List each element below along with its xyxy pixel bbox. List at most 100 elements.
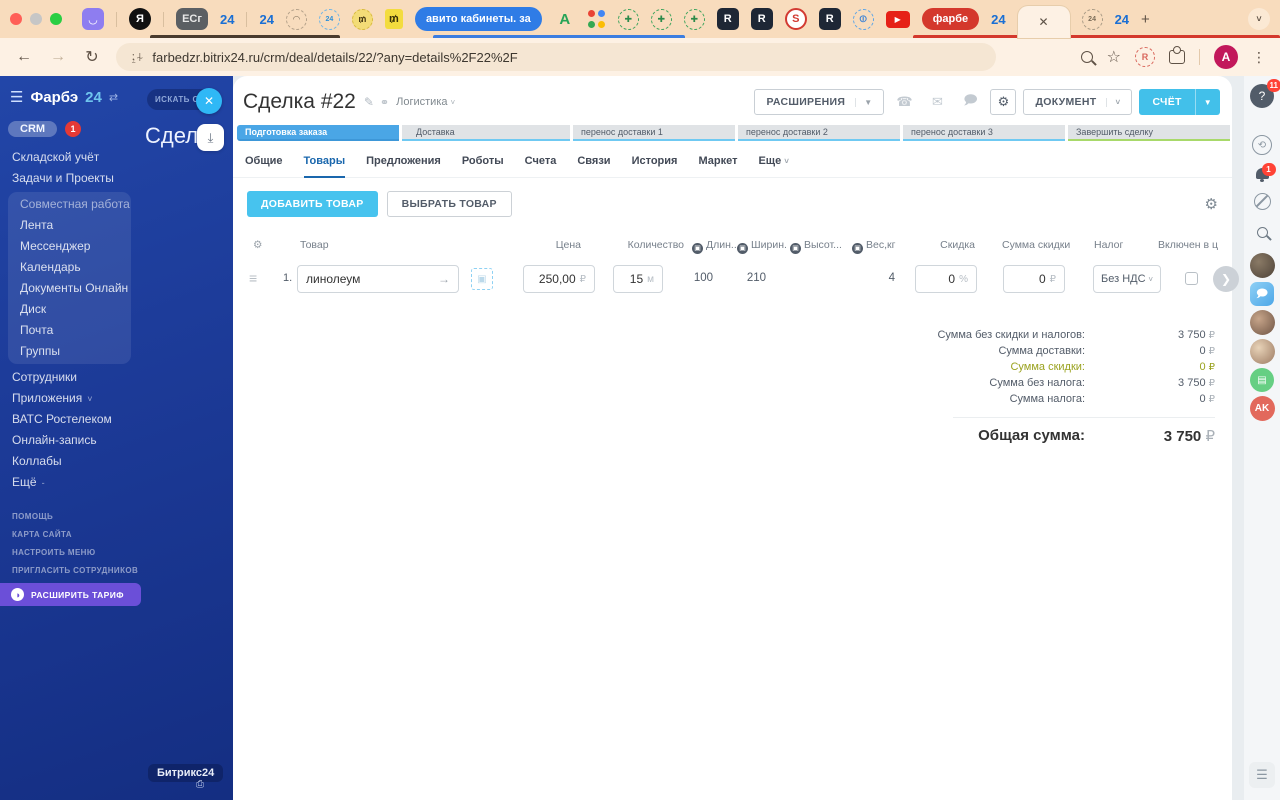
mail-icon[interactable]: ✉ [924, 89, 950, 115]
pinned-tab-v-icon[interactable]: ◡ [82, 8, 104, 30]
footer-link-sitemap[interactable]: КАРТА САЙТА [0, 526, 233, 544]
pinned-tab-r-icon[interactable]: R [750, 8, 773, 30]
chat-icon[interactable]: 🗩 [957, 89, 983, 115]
discount-sum-input[interactable]: ₽ [1003, 265, 1065, 293]
status-button[interactable] [1253, 193, 1271, 210]
rail-menu-button[interactable]: ☰ [1249, 762, 1275, 788]
pipeline-selector[interactable]: Логистика [396, 96, 447, 108]
copy-link-icon[interactable]: ⚭ [380, 96, 389, 109]
pinned-tab-s-icon[interactable]: S [784, 8, 807, 30]
window-close-button[interactable] [10, 13, 22, 25]
slider-minimize-button[interactable]: ⤓ [197, 124, 224, 151]
tax-select[interactable]: Без НДС ˅ [1093, 265, 1161, 293]
extensions-button[interactable]: РАСШИРЕНИЯ ▼ [754, 89, 885, 115]
upgrade-tariff-button[interactable]: ◑ РАСШИРИТЬ ТАРИФ [0, 583, 141, 606]
copilot-button[interactable]: ⟲ [1252, 135, 1272, 155]
stage-perenos-1[interactable]: перенос доставки 1 [573, 125, 735, 141]
reload-icon[interactable]: ↻ [82, 47, 102, 67]
edit-pencil-icon[interactable]: ✎ [364, 95, 374, 109]
chat-avatar[interactable] [1249, 253, 1275, 278]
notifications-button[interactable]: 1 [1255, 163, 1276, 182]
chevron-down-icon[interactable]: ▼ [1194, 89, 1220, 115]
pinned-tab-ecg[interactable]: ЕСг [176, 8, 208, 30]
quantity-input[interactable]: м [613, 265, 663, 293]
column-settings-gear-icon[interactable]: ⚙ [253, 239, 262, 251]
tab-invoices[interactable]: Счета [525, 155, 557, 177]
chat-avatar[interactable] [1249, 339, 1275, 364]
tax-included-checkbox[interactable] [1185, 272, 1198, 285]
zoom-icon[interactable] [1080, 51, 1093, 63]
gear-icon[interactable]: ⚙ [990, 89, 1017, 115]
sidebar-item-employees[interactable]: Сотрудники [0, 367, 233, 388]
sidebar-item-docs-online[interactable]: Документы Онлайн [16, 278, 131, 299]
open-product-icon[interactable]: → [438, 272, 450, 286]
pinned-tab-colordots-icon[interactable] [587, 10, 606, 28]
footer-link-configure-menu[interactable]: НАСТРОИТЬ МЕНЮ [0, 544, 233, 562]
sidebar-item-vats[interactable]: ВАТС Ростелеком [0, 409, 233, 430]
messenger-button[interactable]: 🗩 [1250, 282, 1274, 306]
bookmark-star-icon[interactable]: ☆ [1107, 47, 1121, 67]
tab-farbe[interactable]: фарбе [921, 8, 980, 30]
tab-history[interactable]: История [632, 155, 678, 177]
pinned-tab-youtube-icon[interactable]: ▶ [885, 10, 910, 28]
browser-profile-avatar[interactable]: A [1214, 45, 1238, 69]
slider-close-button[interactable]: ✕ [196, 88, 222, 114]
forward-icon[interactable]: → [48, 48, 68, 66]
select-product-button[interactable]: ВЫБРАТЬ ТОВАР [386, 191, 512, 217]
tab-market[interactable]: Маркет [698, 155, 737, 177]
extensions-puzzle-icon[interactable] [1169, 46, 1185, 64]
sidebar-item-drive[interactable]: Диск [16, 299, 131, 320]
price-input[interactable]: ₽ [523, 265, 595, 293]
browser-menu-icon[interactable]: ⋮ [1252, 49, 1266, 66]
tab-24[interactable]: 24 [991, 12, 1005, 27]
discount-input[interactable]: % [915, 265, 977, 293]
pinned-tab-r-icon[interactable]: R [818, 8, 841, 30]
rail-search-button[interactable] [1256, 227, 1268, 238]
logo-name[interactable]: Фарбэ [30, 89, 78, 106]
chat-avatar[interactable] [1249, 310, 1275, 335]
pinned-tab-24-circle-icon[interactable]: 24 [318, 8, 340, 30]
url-text[interactable]: farbedzr.bitrix24.ru/crm/deal/details/22… [152, 50, 517, 65]
pinned-tab-24[interactable]: 24 [220, 12, 234, 27]
sidebar-item-collabs[interactable]: Коллабы [0, 451, 233, 472]
add-product-button[interactable]: ДОБАВИТЬ ТОВАР [247, 191, 378, 217]
menu-burger-icon[interactable]: ☰ [10, 88, 23, 106]
tab-overflow-button[interactable]: ˅ [1248, 8, 1270, 30]
document-button[interactable]: ДОКУМЕНТ ˅ [1023, 89, 1133, 115]
tab-robots[interactable]: Роботы [462, 155, 504, 177]
active-tab[interactable]: ✕ [1017, 6, 1070, 38]
pinned-tab-yellow-icon[interactable]: ₥ [384, 9, 403, 29]
tab-24[interactable]: 24 [1115, 12, 1129, 27]
chevron-down-icon[interactable]: ˅ [1106, 97, 1120, 107]
address-bar[interactable]: ⍮⍭ farbedzr.bitrix24.ru/crm/deal/details… [116, 43, 996, 71]
window-minimize-button[interactable] [30, 13, 42, 25]
invoice-button[interactable]: СЧЁТ ▼ [1139, 89, 1220, 115]
tab-avito-cabinets[interactable]: авито кабинеты. за [414, 7, 542, 31]
pinned-tab-green-plus-icon[interactable]: ✚ [683, 8, 705, 30]
scroll-right-button[interactable]: ❯ [1213, 266, 1239, 292]
sidebar-item-crm[interactable]: CRM [8, 121, 58, 137]
new-tab-button[interactable]: + [1141, 11, 1150, 28]
stage-dostavka[interactable]: Доставка [402, 125, 570, 141]
product-image-placeholder[interactable]: ▣ [471, 268, 493, 290]
pinned-tab-green-plus-icon[interactable]: ✚ [617, 8, 639, 30]
tab-general[interactable]: Общие [245, 155, 283, 177]
sidebar-item-more[interactable]: Ещё - [0, 472, 233, 493]
drag-handle-icon[interactable]: ≡ [249, 270, 257, 286]
product-name-input[interactable]: → [297, 265, 459, 293]
stage-zavershit[interactable]: Завершить сделку [1068, 125, 1230, 141]
pinned-tab-24[interactable]: 24 [259, 12, 273, 27]
pinned-tab-avito-a-icon[interactable]: А [554, 8, 576, 30]
phone-icon[interactable]: ☎ [891, 89, 917, 115]
pinned-tab-green-plus-icon[interactable]: ✚ [650, 8, 672, 30]
helpdesk-button[interactable]: ? 11 [1250, 79, 1280, 108]
sidebar-item-feed[interactable]: Лента [16, 215, 131, 236]
table-settings-gear-icon[interactable]: ⚙ [1205, 195, 1218, 213]
logo-switch-icon[interactable]: ⇄ [109, 91, 118, 104]
pinned-tab-m-icon[interactable]: ₥ [351, 8, 373, 30]
tab-24-circle-icon[interactable]: 24 [1081, 8, 1103, 30]
footer-link-invite[interactable]: ПРИГЛАСИТЬ СОТРУДНИКОВ [0, 562, 233, 580]
back-icon[interactable]: ← [14, 48, 34, 66]
tab-quotes[interactable]: Предложения [366, 155, 441, 177]
sidebar-item-apps[interactable]: Приложения ˅ [0, 388, 233, 409]
